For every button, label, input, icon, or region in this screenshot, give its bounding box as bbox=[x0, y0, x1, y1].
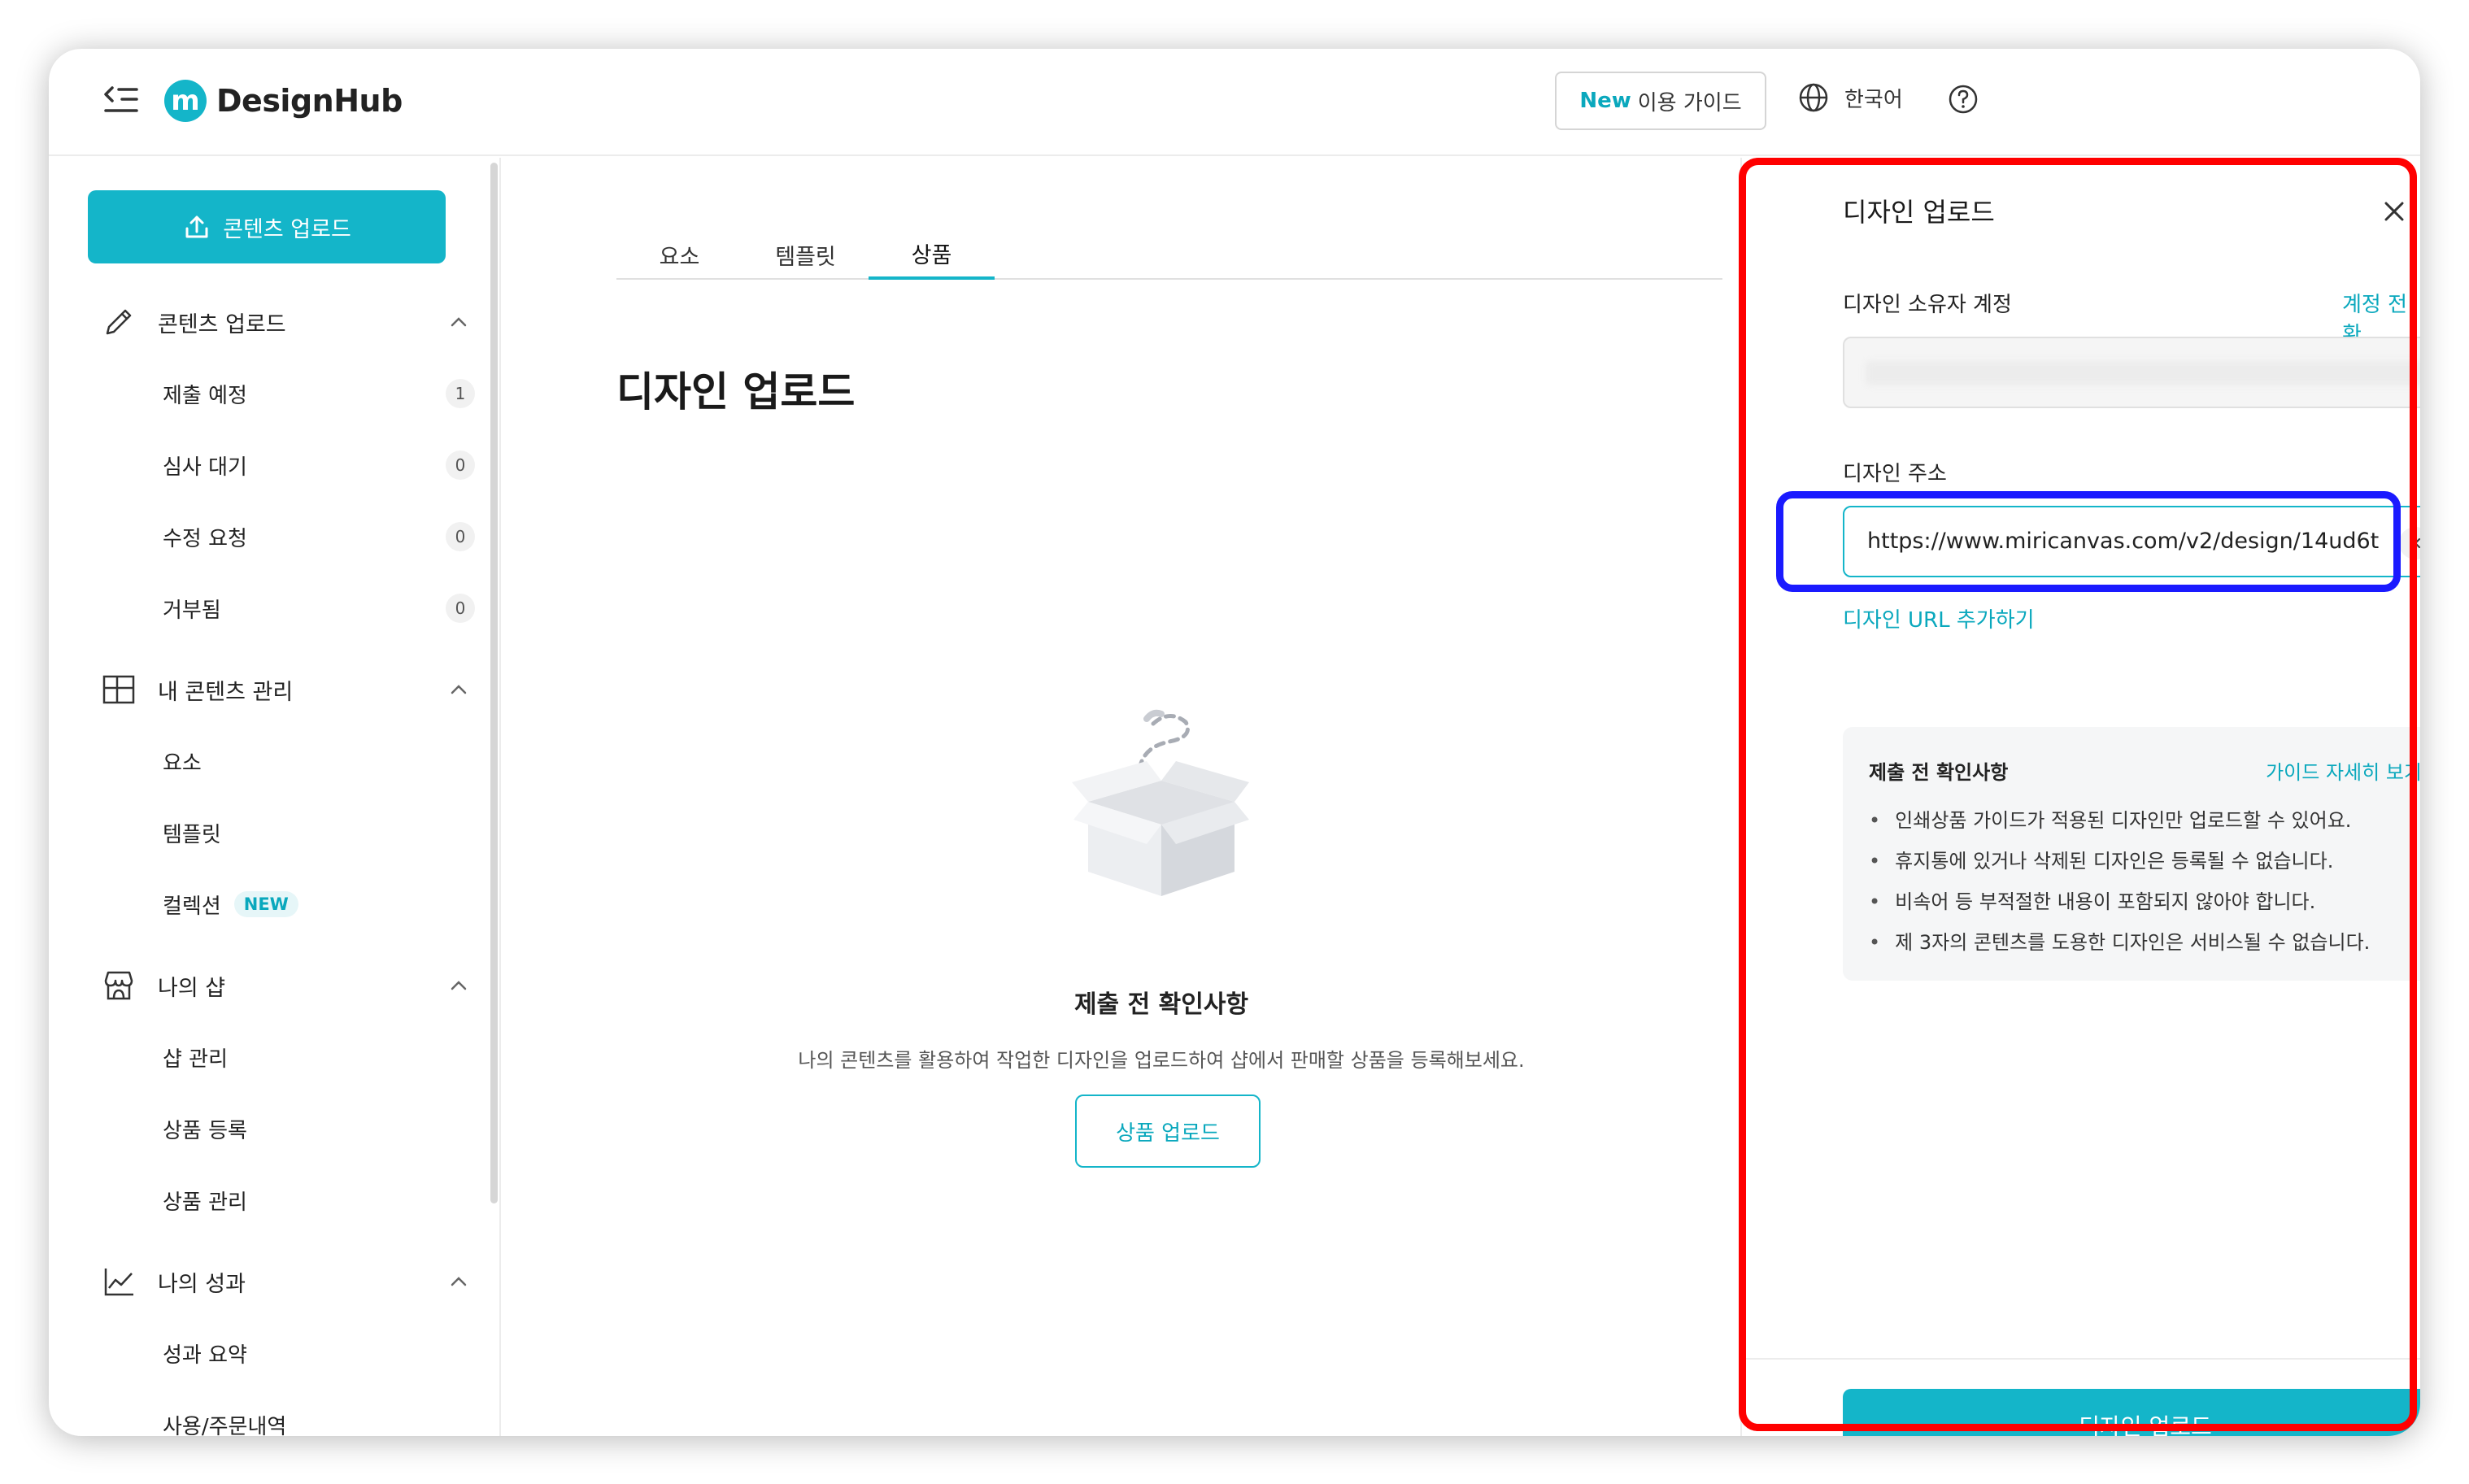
tab-elements[interactable]: 요소 bbox=[616, 229, 742, 280]
section-title: 콘텐츠 업로드 bbox=[158, 311, 286, 337]
tab-bar: 요소 템플릿 상품 bbox=[616, 229, 1722, 280]
section-title: 나의 성과 bbox=[158, 1271, 246, 1297]
empty-box-icon bbox=[1072, 709, 1249, 896]
content-upload-label: 콘텐츠 업로드 bbox=[223, 216, 351, 242]
sidebar-item-templates[interactable]: 템플릿 bbox=[163, 810, 480, 855]
tab-templates[interactable]: 템플릿 bbox=[742, 229, 869, 280]
guide-label: 이용 가이드 bbox=[1637, 90, 1742, 115]
globe-icon bbox=[1799, 83, 1828, 112]
logo-text: DesignHub bbox=[216, 83, 403, 119]
sidebar-section-my-shop[interactable]: 나의 샵 bbox=[101, 961, 475, 1010]
product-upload-button[interactable]: 상품 업로드 bbox=[1075, 1095, 1261, 1168]
upload-icon bbox=[185, 215, 208, 238]
sidebar-item-shop-manage[interactable]: 샵 관리 bbox=[163, 1034, 480, 1080]
sidebar-section-my-content[interactable]: 내 콘텐츠 관리 bbox=[101, 665, 475, 714]
sidebar-item-usage-orders[interactable]: 사용/주문내역 bbox=[163, 1402, 480, 1437]
sidebar-item-elements[interactable]: 요소 bbox=[163, 738, 480, 784]
sidebar-scrollbar[interactable] bbox=[490, 163, 498, 1203]
language-selector[interactable]: 한국어 bbox=[1797, 81, 1903, 114]
section-title: 내 콘텐츠 관리 bbox=[158, 679, 294, 705]
sidebar-item-label: 상품 관리 bbox=[163, 1190, 247, 1215]
layout-icon bbox=[102, 675, 135, 704]
sidebar-item-label: 심사 대기 bbox=[163, 455, 247, 480]
store-icon bbox=[104, 971, 133, 1000]
tab-products[interactable]: 상품 bbox=[869, 229, 995, 280]
sidebar: 콘텐츠 업로드 콘텐츠 업로드 제출 예정 1 심사 대기 0 수정 요청 0 … bbox=[49, 158, 501, 1436]
top-header: m DesignHub New 이용 가이드 한국어 bbox=[49, 49, 2420, 156]
chevron-up-icon[interactable] bbox=[447, 1270, 470, 1293]
sidebar-item-performance-summary[interactable]: 성과 요약 bbox=[163, 1330, 480, 1376]
sidebar-item-label: 수정 요청 bbox=[163, 526, 247, 551]
count-badge: 1 bbox=[446, 379, 475, 408]
sidebar-item-rejected[interactable]: 거부됨 0 bbox=[163, 585, 480, 631]
chart-icon bbox=[104, 1269, 133, 1296]
sidebar-section-my-performance[interactable]: 나의 성과 bbox=[101, 1257, 475, 1306]
sidebar-item-label: 사용/주문내역 bbox=[163, 1414, 287, 1437]
sidebar-item-submit-pending[interactable]: 제출 예정 1 bbox=[163, 371, 480, 416]
new-badge: NEW bbox=[233, 891, 298, 917]
sidebar-item-label: 거부됨 bbox=[163, 598, 221, 623]
content-upload-button[interactable]: 콘텐츠 업로드 bbox=[88, 190, 446, 263]
guide-new-label: New bbox=[1579, 89, 1631, 113]
count-badge: 0 bbox=[446, 522, 475, 551]
sidebar-item-product-register[interactable]: 상품 등록 bbox=[163, 1106, 480, 1151]
sidebar-item-label: 상품 등록 bbox=[163, 1118, 247, 1143]
empty-state-description: 나의 콘텐츠를 활용하여 작업한 디자인을 업로드하여 샵에서 판매할 상품을 … bbox=[798, 1049, 1525, 1072]
highlight-frame-panel bbox=[1739, 158, 2417, 1431]
language-label: 한국어 bbox=[1844, 87, 1903, 112]
sidebar-item-label: 제출 예정 bbox=[163, 383, 247, 408]
sidebar-item-label: 샵 관리 bbox=[163, 1047, 229, 1072]
highlight-frame-url-input bbox=[1776, 491, 2401, 592]
chevron-up-icon[interactable] bbox=[447, 678, 470, 701]
page-title: 디자인 업로드 bbox=[616, 368, 856, 416]
collapse-menu-icon[interactable] bbox=[102, 85, 140, 117]
sidebar-item-product-manage[interactable]: 상품 관리 bbox=[163, 1177, 480, 1223]
sidebar-item-label: 요소 bbox=[163, 751, 202, 776]
chevron-up-icon[interactable] bbox=[447, 311, 470, 333]
sidebar-item-label: 성과 요약 bbox=[163, 1343, 247, 1368]
count-badge: 0 bbox=[446, 594, 475, 623]
chevron-up-icon[interactable] bbox=[447, 974, 470, 997]
section-title: 나의 샵 bbox=[158, 975, 226, 1001]
logo-mark-icon: m bbox=[164, 80, 207, 122]
sidebar-section-content-upload[interactable]: 콘텐츠 업로드 bbox=[101, 298, 475, 346]
count-badge: 0 bbox=[446, 450, 475, 480]
sidebar-item-label: 템플릿 bbox=[163, 822, 221, 847]
sidebar-item-revision-request[interactable]: 수정 요청 0 bbox=[163, 514, 480, 559]
logo[interactable]: m DesignHub bbox=[164, 80, 403, 122]
sidebar-item-collections[interactable]: 컬렉션 NEW bbox=[163, 881, 480, 927]
pencil-icon bbox=[106, 309, 132, 335]
sidebar-item-review-pending[interactable]: 심사 대기 0 bbox=[163, 442, 480, 488]
main-content: 요소 템플릿 상품 디자인 업로드 제출 전 확인사항 나의 콘텐츠를 활용하여… bbox=[503, 158, 1788, 1436]
sidebar-item-label: 컬렉션 bbox=[163, 894, 221, 919]
help-icon[interactable] bbox=[1947, 83, 1979, 115]
guide-button[interactable]: New 이용 가이드 bbox=[1555, 72, 1766, 130]
empty-state-title: 제출 전 확인사항 bbox=[1073, 990, 1249, 1019]
